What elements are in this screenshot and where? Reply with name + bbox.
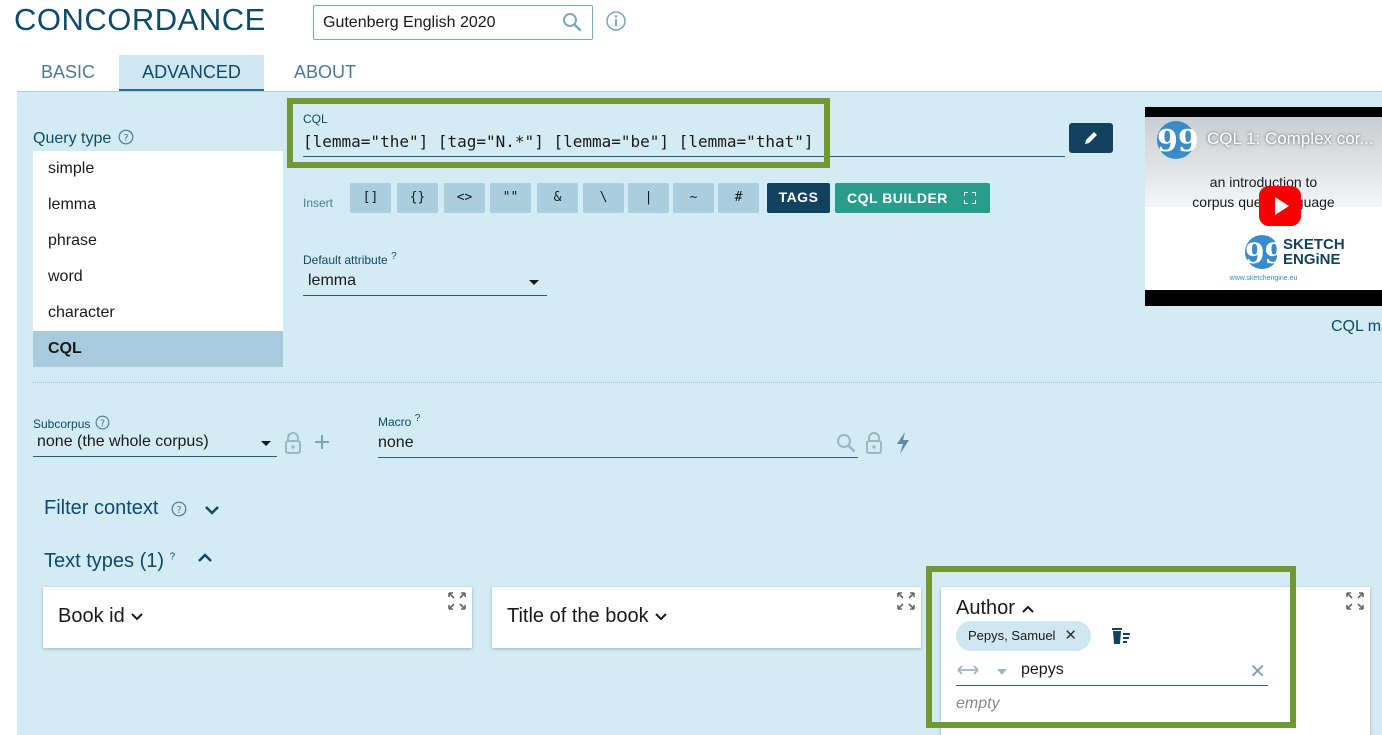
selected-author-chip[interactable]: Pepys, Samuel ✕: [956, 621, 1091, 651]
query-type-lemma[interactable]: lemma: [33, 187, 283, 223]
fullscreen-icon: [964, 192, 976, 204]
query-type-list: simple lemma phrase word character CQL: [33, 151, 283, 367]
insert-backslash-button[interactable]: \: [583, 183, 624, 213]
chevron-down-icon: [131, 613, 143, 621]
insert-braces-button[interactable]: {}: [397, 183, 438, 213]
author-search-value: pepys: [1021, 661, 1064, 678]
chevron-up-icon[interactable]: [197, 551, 213, 570]
cql-manual-link[interactable]: CQL manual: [1331, 318, 1382, 336]
insert-angles-button[interactable]: <>: [444, 183, 485, 213]
text-type-card-title[interactable]: Title of the book: [492, 587, 921, 648]
tab-basic[interactable]: BASIC: [18, 55, 118, 91]
subcorpus-value: none (the whole corpus): [37, 433, 209, 450]
macro-label: Macro ?: [378, 413, 421, 429]
close-icon[interactable]: ✕: [1249, 659, 1266, 684]
search-icon[interactable]: [836, 433, 856, 458]
sketch-engine-logo-icon: 99: [1245, 235, 1284, 270]
video-player[interactable]: an introduction to corpus query language …: [1145, 107, 1382, 306]
close-icon[interactable]: ✕: [1064, 621, 1077, 651]
channel-avatar-icon: 99: [1157, 121, 1199, 159]
cql-label: CQL: [303, 112, 328, 126]
subcorpus-select[interactable]: none (the whole corpus): [33, 430, 277, 457]
tags-button[interactable]: TAGS: [767, 183, 830, 213]
play-button-icon[interactable]: [1259, 186, 1301, 226]
tab-advanced[interactable]: ADVANCED: [119, 55, 264, 91]
insert-brackets-button[interactable]: []: [350, 183, 391, 213]
expand-icon[interactable]: [896, 591, 916, 616]
query-type-label: Query type: [33, 130, 112, 147]
query-type-phrase[interactable]: phrase: [33, 223, 283, 259]
query-type-character[interactable]: character: [33, 295, 283, 331]
cql-builder-button[interactable]: CQL BUILDER: [835, 183, 990, 213]
macro-input[interactable]: none: [378, 430, 858, 458]
video-title[interactable]: CQL 1: Complex cor...: [1207, 129, 1374, 149]
card-title[interactable]: Author: [956, 597, 1035, 620]
cql-builder-label: CQL BUILDER: [847, 190, 948, 206]
expand-icon[interactable]: [1345, 591, 1365, 616]
lock-icon[interactable]: [284, 432, 302, 459]
edit-button[interactable]: [1069, 123, 1113, 153]
lock-icon[interactable]: [865, 432, 883, 459]
cql-input[interactable]: [lemma="the"] [tag="N.*"] [lemma="be"] […: [303, 130, 1065, 157]
expand-icon[interactable]: [447, 591, 467, 616]
plus-icon[interactable]: [312, 432, 332, 457]
subcorpus-label: Subcorpus: [33, 417, 91, 431]
query-type-cql[interactable]: CQL: [33, 331, 283, 367]
text-type-card-book-id[interactable]: Book id: [43, 587, 472, 648]
insert-quotes-button[interactable]: "": [490, 183, 531, 213]
chevron-down-icon[interactable]: [204, 503, 220, 521]
corpus-selector[interactable]: Gutenberg English 2020: [313, 5, 593, 40]
chevron-down-icon: [655, 613, 667, 621]
chevron-down-icon: [261, 441, 271, 446]
pencil-icon: [1085, 132, 1097, 144]
filter-context-toggle[interactable]: Filter context: [44, 497, 158, 520]
text-type-card-author[interactable]: Author Pepys, Samuel ✕ pepys ✕ empty: [941, 587, 1370, 735]
author-search-input[interactable]: pepys ✕: [956, 657, 1268, 686]
tab-about[interactable]: ABOUT: [270, 55, 380, 91]
chevron-up-icon: [1021, 605, 1034, 613]
svg-text:?: ?: [123, 133, 128, 144]
query-type-word[interactable]: word: [33, 259, 283, 295]
match-mode-icon[interactable]: [956, 663, 980, 682]
sketch-engine-logo-text: SKETCH ENGiNE: [1283, 236, 1345, 268]
search-icon[interactable]: [562, 12, 582, 37]
insert-tilde-button[interactable]: ~: [673, 183, 714, 213]
section-divider: [33, 382, 1382, 383]
bolt-icon[interactable]: [895, 431, 911, 460]
help-icon[interactable]: ?: [171, 501, 187, 522]
chevron-down-icon: [529, 280, 539, 285]
info-icon[interactable]: [605, 10, 627, 37]
chevron-down-icon[interactable]: [997, 669, 1007, 675]
query-type-simple[interactable]: simple: [33, 151, 283, 187]
app-title: CONCORDANCE: [14, 2, 266, 37]
default-attribute-value: lemma: [308, 272, 357, 289]
video-site: www.sketchengine.eu: [1229, 275, 1298, 282]
trash-icon[interactable]: [1110, 627, 1132, 650]
svg-text:?: ?: [176, 505, 181, 516]
text-types-toggle[interactable]: Text types (1) ?: [44, 550, 175, 573]
insert-and-button[interactable]: &: [537, 183, 578, 213]
svg-text:?: ?: [100, 418, 105, 429]
default-attribute-select[interactable]: lemma: [303, 270, 547, 296]
default-attribute-label: Default attribute ?: [303, 251, 397, 267]
corpus-name: Gutenberg English 2020: [323, 14, 496, 31]
card-title[interactable]: Book id: [58, 605, 144, 628]
insert-label: Insert: [303, 196, 334, 210]
card-title[interactable]: Title of the book: [507, 605, 668, 628]
insert-hash-button[interactable]: #: [718, 183, 759, 213]
insert-pipe-button[interactable]: |: [628, 183, 669, 213]
help-icon[interactable]: ?: [118, 129, 134, 150]
empty-result-text: empty: [956, 695, 1000, 712]
